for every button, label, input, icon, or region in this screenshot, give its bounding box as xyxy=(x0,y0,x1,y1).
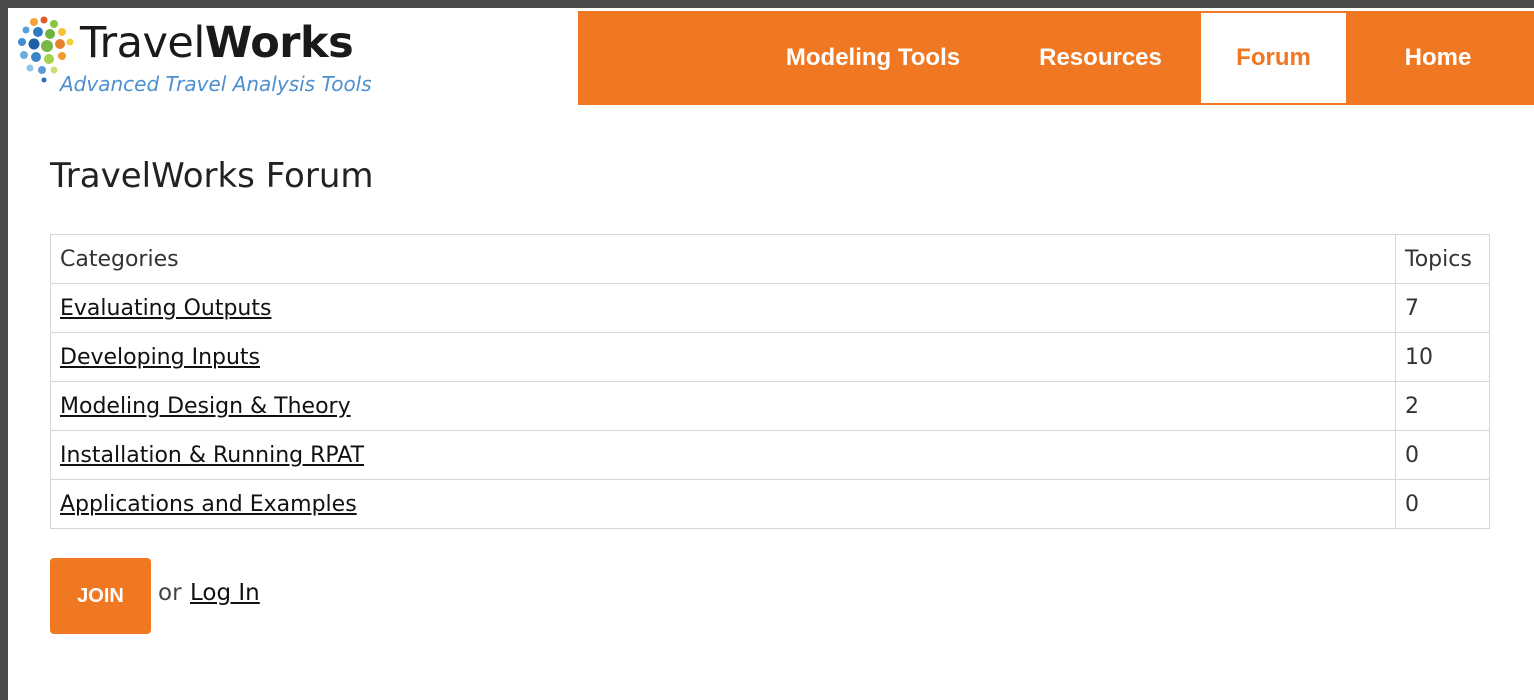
join-button[interactable]: JOIN xyxy=(50,558,151,634)
category-link-modeling-design[interactable]: Modeling Design & Theory xyxy=(60,394,351,419)
header-topics: Topics xyxy=(1395,234,1490,284)
category-link-developing-inputs[interactable]: Developing Inputs xyxy=(60,345,260,370)
page-title: TravelWorks Forum xyxy=(50,156,374,196)
topics-count: 0 xyxy=(1395,430,1490,480)
nav-modeling-tools[interactable]: Modeling Tools xyxy=(763,11,983,105)
main-nav: Modeling Tools Resources Forum Home xyxy=(578,11,1534,105)
logo-word-light: Travel xyxy=(80,18,205,68)
category-cell: Installation & Running RPAT xyxy=(50,430,1396,480)
category-link-evaluating-outputs[interactable]: Evaluating Outputs xyxy=(60,296,271,321)
topics-count: 0 xyxy=(1395,479,1490,529)
table-row: Developing Inputs 10 xyxy=(50,332,1490,382)
nav-resources[interactable]: Resources xyxy=(1003,11,1198,105)
table-row: Installation & Running RPAT 0 xyxy=(50,430,1490,480)
page: TravelWorks Advanced Travel Analysis Too… xyxy=(8,8,1534,700)
login-link[interactable]: Log In xyxy=(190,580,260,606)
topics-count: 10 xyxy=(1395,332,1490,382)
topics-count: 2 xyxy=(1395,381,1490,431)
logo-wordmark: TravelWorks xyxy=(80,18,354,68)
table-row: Modeling Design & Theory 2 xyxy=(50,381,1490,431)
category-link-installation[interactable]: Installation & Running RPAT xyxy=(60,443,364,468)
logo-word-bold: Works xyxy=(204,18,354,68)
categories-table: Categories Topics Evaluating Outputs 7 D… xyxy=(50,234,1490,529)
category-cell: Modeling Design & Theory xyxy=(50,381,1396,431)
category-cell: Applications and Examples xyxy=(50,479,1396,529)
table-row: Evaluating Outputs 7 xyxy=(50,283,1490,333)
table-header-row: Categories Topics xyxy=(50,234,1490,284)
table-row: Applications and Examples 0 xyxy=(50,479,1490,529)
nav-forum[interactable]: Forum xyxy=(1201,13,1346,103)
header-categories: Categories xyxy=(50,234,1396,284)
travelworks-logo[interactable]: TravelWorks Advanced Travel Analysis Too… xyxy=(14,14,394,104)
topics-count: 7 xyxy=(1395,283,1490,333)
logo-tagline: Advanced Travel Analysis Tools xyxy=(60,72,372,96)
category-cell: Evaluating Outputs xyxy=(50,283,1396,333)
category-cell: Developing Inputs xyxy=(50,332,1396,382)
category-link-applications[interactable]: Applications and Examples xyxy=(60,492,357,517)
nav-home[interactable]: Home xyxy=(1358,11,1518,105)
or-text: or xyxy=(158,580,182,606)
